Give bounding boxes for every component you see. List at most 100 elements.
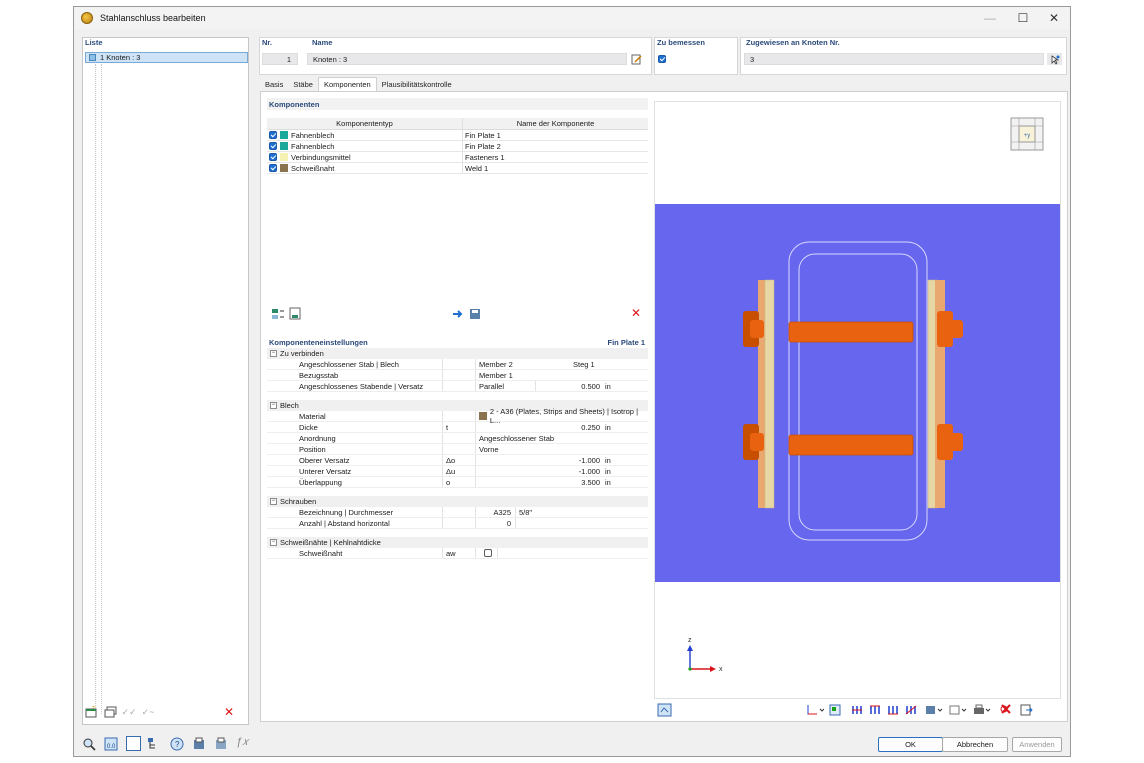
component-row[interactable]: Verbindungsmittel Fasteners 1 bbox=[267, 152, 648, 163]
property-row[interactable]: Angeschlossenes Stabende | Versatz Paral… bbox=[267, 381, 648, 392]
property-row[interactable]: Material 2 - A36 (Plates, Strips and She… bbox=[267, 407, 648, 425]
bolt-count[interactable]: 0 bbox=[476, 518, 516, 528]
pick-node-icon[interactable] bbox=[1047, 53, 1062, 65]
component-name[interactable]: Fasteners 1 bbox=[463, 152, 648, 162]
component-checkbox[interactable] bbox=[269, 153, 277, 161]
property-value[interactable]: Member 1 bbox=[476, 370, 570, 380]
new-item-icon[interactable]: + bbox=[84, 706, 98, 719]
property-row[interactable]: Position Vorne bbox=[267, 444, 648, 455]
property-row[interactable]: Anzahl | Abstand horizontal 0 bbox=[267, 518, 648, 529]
component-row[interactable]: Schweißnaht Weld 1 bbox=[267, 163, 648, 174]
collapse-icon[interactable]: − bbox=[270, 402, 277, 409]
material-value[interactable]: 2 - A36 (Plates, Strips and Sheets) | Is… bbox=[476, 407, 648, 425]
property-symbol: Δo bbox=[443, 455, 476, 465]
tab-basis[interactable]: Basis bbox=[260, 77, 288, 91]
render-mode-icon[interactable] bbox=[924, 703, 944, 719]
property-value[interactable]: Vorne bbox=[476, 444, 648, 454]
display-icon[interactable] bbox=[828, 703, 842, 719]
component-checkbox[interactable] bbox=[269, 164, 277, 172]
apply-button[interactable]: Anwenden bbox=[1012, 737, 1062, 752]
collapse-icon[interactable]: − bbox=[270, 539, 277, 546]
save-component-icon[interactable] bbox=[469, 307, 483, 322]
function-icon[interactable]: ƒ𝑥 bbox=[236, 736, 248, 749]
component-row[interactable]: Fahnenblech Fin Plate 2 bbox=[267, 141, 648, 152]
property-value[interactable]: -1.000 bbox=[476, 466, 602, 476]
component-library-icon[interactable] bbox=[289, 307, 303, 322]
component-name[interactable]: Fin Plate 2 bbox=[463, 141, 648, 151]
units-icon[interactable]: 0.0 bbox=[104, 737, 118, 753]
component-checkbox[interactable] bbox=[269, 131, 277, 139]
3d-viewport[interactable]: +y z x bbox=[654, 101, 1061, 699]
property-row[interactable]: Angeschlossener Stab | Blech Member 2 St… bbox=[267, 359, 648, 370]
view-settings-icon[interactable] bbox=[657, 703, 673, 719]
group-connect[interactable]: − Zu verbinden bbox=[267, 348, 648, 359]
view-x-icon[interactable] bbox=[850, 703, 864, 719]
reset-view-icon[interactable] bbox=[999, 702, 1013, 718]
property-row[interactable]: Anordnung Angeschlossener Stab bbox=[267, 433, 648, 444]
property-value[interactable]: -1.000 bbox=[476, 455, 602, 465]
property-row[interactable]: Bezeichnung | Durchmesser A325 5/8" bbox=[267, 507, 648, 518]
collapse-icon[interactable]: − bbox=[270, 350, 277, 357]
move-component-icon[interactable] bbox=[451, 307, 465, 322]
view-y-icon[interactable] bbox=[868, 703, 882, 719]
bolt-diameter[interactable]: 5/8" bbox=[516, 507, 648, 517]
property-row[interactable]: Bezugsstab Member 1 bbox=[267, 370, 648, 381]
property-value[interactable]: 0.250 bbox=[476, 422, 602, 432]
property-value-2[interactable]: 0.500 bbox=[536, 381, 602, 391]
property-row[interactable]: Unterer Versatz Δu -1.000 in bbox=[267, 466, 648, 477]
print-icon[interactable] bbox=[972, 703, 992, 719]
property-value[interactable]: Member 2 bbox=[476, 359, 570, 369]
view-cube-icon[interactable]: +y bbox=[1010, 117, 1044, 151]
axes-icon[interactable] bbox=[804, 703, 825, 719]
property-row[interactable]: Dicke t 0.250 in bbox=[267, 422, 648, 433]
property-value[interactable]: 3.500 bbox=[476, 477, 602, 487]
property-value[interactable]: Parallel bbox=[476, 381, 536, 391]
bolt-spacing[interactable] bbox=[516, 518, 648, 528]
property-value[interactable]: Angeschlossener Stab bbox=[476, 433, 648, 443]
weld-thickness[interactable] bbox=[498, 548, 648, 558]
ok-button[interactable]: OK bbox=[878, 737, 943, 752]
copy-item-icon[interactable] bbox=[103, 706, 117, 719]
export-icon[interactable] bbox=[214, 737, 228, 753]
check-icon[interactable]: ✓✓ bbox=[121, 706, 136, 719]
visibility-icon[interactable] bbox=[948, 703, 968, 719]
nr-field[interactable]: 1 bbox=[262, 53, 298, 65]
group-welds[interactable]: − Schweißnähte | Kehlnahtdicke bbox=[267, 537, 648, 548]
uncheck-icon[interactable]: ✓~ bbox=[141, 706, 155, 719]
tab-members[interactable]: Stäbe bbox=[288, 77, 318, 91]
minimize-button[interactable]: — bbox=[972, 7, 1008, 29]
list-item[interactable]: 1 Knoten : 3 bbox=[85, 52, 248, 63]
view-iso-icon[interactable] bbox=[904, 703, 918, 719]
tree-view-icon[interactable] bbox=[147, 737, 161, 753]
assigned-node-field[interactable]: 3 bbox=[744, 53, 1044, 65]
component-checkbox[interactable] bbox=[269, 142, 277, 150]
design-checkbox[interactable] bbox=[658, 55, 666, 63]
property-row[interactable]: Schweißnaht aw bbox=[267, 548, 648, 559]
weld-checkbox-cell[interactable] bbox=[476, 548, 498, 558]
property-value-2[interactable]: Steg 1 bbox=[570, 359, 648, 369]
component-name[interactable]: Weld 1 bbox=[463, 163, 648, 173]
component-name[interactable]: Fin Plate 1 bbox=[463, 130, 648, 140]
bolt-grade[interactable]: A325 bbox=[476, 507, 516, 517]
help-icon[interactable]: ? bbox=[170, 737, 184, 753]
name-field[interactable]: Knoten : 3 bbox=[307, 53, 627, 65]
export-view-icon[interactable] bbox=[1019, 703, 1033, 719]
add-component-icon[interactable] bbox=[271, 307, 285, 322]
delete-component-icon[interactable]: ✕ bbox=[631, 306, 641, 320]
collapse-icon[interactable]: − bbox=[270, 498, 277, 505]
import-icon[interactable] bbox=[192, 737, 206, 753]
tab-plausibility[interactable]: Plausibilitätskontrolle bbox=[377, 77, 457, 91]
cancel-button[interactable]: Abbrechen bbox=[942, 737, 1008, 752]
property-row[interactable]: Oberer Versatz Δo -1.000 in bbox=[267, 455, 648, 466]
search-icon[interactable] bbox=[82, 737, 96, 753]
color-icon[interactable] bbox=[126, 736, 141, 751]
group-bolts[interactable]: − Schrauben bbox=[267, 496, 648, 507]
close-button[interactable]: ✕ bbox=[1036, 7, 1072, 29]
weld-checkbox[interactable] bbox=[484, 549, 492, 557]
property-row[interactable]: Überlappung o 3.500 in bbox=[267, 477, 648, 488]
delete-item-icon[interactable]: ✕ bbox=[222, 705, 236, 719]
component-row[interactable]: Fahnenblech Fin Plate 1 bbox=[267, 130, 648, 141]
tab-components[interactable]: Komponenten bbox=[317, 77, 377, 91]
edit-name-icon[interactable] bbox=[629, 53, 644, 65]
view-z-icon[interactable] bbox=[886, 703, 900, 719]
